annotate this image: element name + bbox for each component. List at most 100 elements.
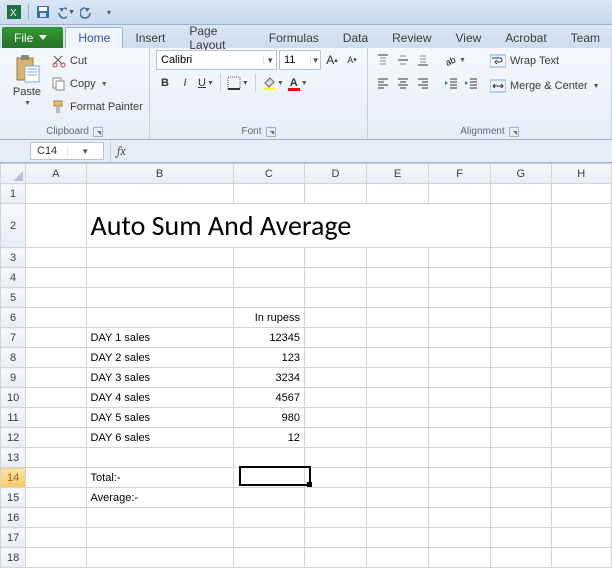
cell-G16[interactable] bbox=[491, 508, 551, 528]
cell-G8[interactable] bbox=[491, 348, 551, 368]
save-button[interactable] bbox=[33, 2, 53, 22]
row-header-12[interactable]: 12 bbox=[1, 428, 26, 448]
cell-D3[interactable] bbox=[305, 248, 367, 268]
cell-B6[interactable] bbox=[86, 308, 233, 328]
font-size-input[interactable] bbox=[280, 54, 310, 66]
column-header-G[interactable]: G bbox=[491, 164, 551, 184]
cell-D9[interactable] bbox=[305, 368, 367, 388]
cell-C12[interactable]: 12 bbox=[233, 428, 304, 448]
cell-E17[interactable] bbox=[367, 528, 429, 548]
cell-B11[interactable]: DAY 5 sales bbox=[86, 408, 233, 428]
cell-G13[interactable] bbox=[491, 448, 551, 468]
cell-E18[interactable] bbox=[367, 548, 429, 568]
name-box[interactable]: C14 ▼ bbox=[30, 142, 104, 160]
row-header-4[interactable]: 4 bbox=[1, 268, 26, 288]
cell-E10[interactable] bbox=[367, 388, 429, 408]
cell-A15[interactable] bbox=[26, 488, 86, 508]
cell-G7[interactable] bbox=[491, 328, 551, 348]
cell-G2[interactable] bbox=[491, 204, 551, 248]
cell-C16[interactable] bbox=[233, 508, 304, 528]
file-tab[interactable]: File bbox=[2, 27, 63, 48]
italic-button[interactable]: I bbox=[176, 73, 194, 93]
cell-D1[interactable] bbox=[305, 184, 367, 204]
cell-A8[interactable] bbox=[26, 348, 86, 368]
cell-E9[interactable] bbox=[367, 368, 429, 388]
chevron-down-icon[interactable]: ▼ bbox=[459, 57, 466, 64]
cell-D12[interactable] bbox=[305, 428, 367, 448]
row-header-8[interactable]: 8 bbox=[1, 348, 26, 368]
borders-button[interactable]: ▼ bbox=[225, 73, 251, 93]
cell-B13[interactable] bbox=[86, 448, 233, 468]
cell-B17[interactable] bbox=[86, 528, 233, 548]
cell-B7[interactable]: DAY 1 sales bbox=[86, 328, 233, 348]
cell-E14[interactable] bbox=[367, 468, 429, 488]
cell-F9[interactable] bbox=[429, 368, 491, 388]
cell-B12[interactable]: DAY 6 sales bbox=[86, 428, 233, 448]
cell-D8[interactable] bbox=[305, 348, 367, 368]
cell-D10[interactable] bbox=[305, 388, 367, 408]
select-all-corner[interactable] bbox=[1, 164, 26, 184]
cell-G15[interactable] bbox=[491, 488, 551, 508]
font-size-combo[interactable]: ▼ bbox=[279, 50, 321, 70]
cell-H14[interactable] bbox=[551, 468, 611, 488]
cell-H3[interactable] bbox=[551, 248, 611, 268]
cell-A11[interactable] bbox=[26, 408, 86, 428]
cell-C11[interactable]: 980 bbox=[233, 408, 304, 428]
font-name-combo[interactable]: ▼ bbox=[156, 50, 277, 70]
row-header-14[interactable]: 14 bbox=[1, 468, 26, 488]
column-header-H[interactable]: H bbox=[551, 164, 611, 184]
font-color-button[interactable]: A ▼ bbox=[288, 73, 310, 93]
cell-F13[interactable] bbox=[429, 448, 491, 468]
cell-C7[interactable]: 12345 bbox=[233, 328, 304, 348]
chevron-down-icon[interactable]: ▼ bbox=[593, 83, 600, 90]
chevron-down-icon[interactable]: ▼ bbox=[101, 81, 108, 88]
cell-H7[interactable] bbox=[551, 328, 611, 348]
cell-F17[interactable] bbox=[429, 528, 491, 548]
cell-C8[interactable]: 123 bbox=[233, 348, 304, 368]
cell-F11[interactable] bbox=[429, 408, 491, 428]
cell-F8[interactable] bbox=[429, 348, 491, 368]
tab-home[interactable]: Home bbox=[65, 27, 123, 48]
chevron-down-icon[interactable]: ▼ bbox=[263, 56, 276, 65]
column-header-B[interactable]: B bbox=[86, 164, 233, 184]
chevron-down-icon[interactable]: ▼ bbox=[24, 100, 31, 107]
cell-D4[interactable] bbox=[305, 268, 367, 288]
chevron-down-icon[interactable]: ▼ bbox=[68, 9, 75, 16]
row-header-3[interactable]: 3 bbox=[1, 248, 26, 268]
cell-E12[interactable] bbox=[367, 428, 429, 448]
underline-button[interactable]: U▼ bbox=[196, 73, 216, 93]
align-top-button[interactable] bbox=[374, 50, 392, 70]
cell-H18[interactable] bbox=[551, 548, 611, 568]
cell-H12[interactable] bbox=[551, 428, 611, 448]
cell-G14[interactable] bbox=[491, 468, 551, 488]
cell-A6[interactable] bbox=[26, 308, 86, 328]
tab-acrobat[interactable]: Acrobat bbox=[493, 27, 558, 48]
tab-team[interactable]: Team bbox=[559, 27, 612, 48]
row-header-18[interactable]: 18 bbox=[1, 548, 26, 568]
chevron-down-icon[interactable]: ▼ bbox=[301, 80, 308, 87]
cell-E5[interactable] bbox=[367, 288, 429, 308]
cell-B1[interactable] bbox=[86, 184, 233, 204]
cell-E4[interactable] bbox=[367, 268, 429, 288]
chevron-down-icon[interactable]: ▼ bbox=[207, 80, 214, 87]
cell-H5[interactable] bbox=[551, 288, 611, 308]
format-painter-button[interactable]: Format Painter bbox=[52, 96, 143, 118]
cell-H17[interactable] bbox=[551, 528, 611, 548]
cell-D7[interactable] bbox=[305, 328, 367, 348]
chevron-down-icon[interactable]: ▼ bbox=[67, 147, 104, 156]
cell-C5[interactable] bbox=[233, 288, 304, 308]
chevron-down-icon[interactable]: ▼ bbox=[277, 80, 284, 87]
cell-A12[interactable] bbox=[26, 428, 86, 448]
cell-C17[interactable] bbox=[233, 528, 304, 548]
chevron-down-icon[interactable]: ▼ bbox=[242, 80, 249, 87]
redo-button[interactable] bbox=[77, 2, 97, 22]
cell-B16[interactable] bbox=[86, 508, 233, 528]
cell-D14[interactable] bbox=[305, 468, 367, 488]
paste-button[interactable]: Paste ▼ bbox=[6, 50, 48, 111]
cell-D11[interactable] bbox=[305, 408, 367, 428]
qat-customize-button[interactable]: ▾ bbox=[99, 2, 119, 22]
tab-view[interactable]: View bbox=[444, 27, 494, 48]
cell-D6[interactable] bbox=[305, 308, 367, 328]
cell-C14[interactable] bbox=[233, 468, 304, 488]
wrap-text-button[interactable]: Wrap Text bbox=[490, 50, 600, 72]
